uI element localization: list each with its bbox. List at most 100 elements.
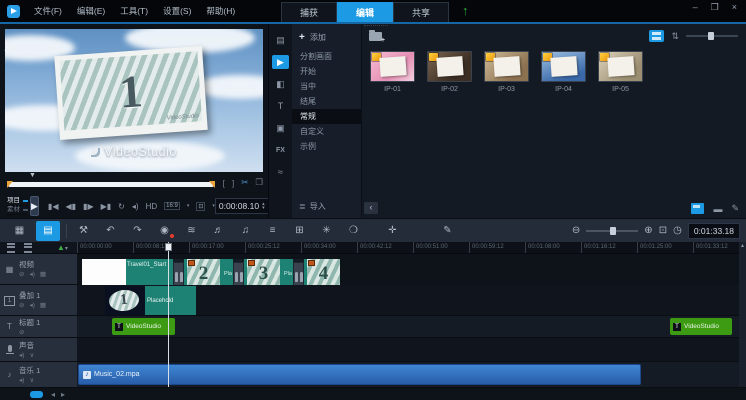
sort-icon[interactable]: ⇅: [671, 31, 679, 42]
motion-tracking-button[interactable]: ✛: [379, 221, 406, 241]
auto-music-button[interactable]: ♫: [232, 221, 259, 241]
timeline-vertical-scrollbar[interactable]: ▴: [739, 242, 746, 387]
tab-capture[interactable]: 捕获: [281, 2, 337, 22]
transitions-icon[interactable]: ◧: [272, 77, 289, 91]
add-category-button[interactable]: +添加: [292, 24, 361, 49]
prev-frame-button[interactable]: ◀▮: [65, 202, 76, 211]
category-beginning[interactable]: 开始: [292, 64, 361, 79]
voice-track-header[interactable]: 声音 ◂) ∨: [0, 337, 77, 361]
category-ending[interactable]: 结尾: [292, 94, 361, 109]
music-track[interactable]: ♪ Music_02.mpa: [77, 362, 746, 387]
template-thumbnail[interactable]: IP-01: [370, 51, 415, 93]
timeline-view-button[interactable]: ▤: [36, 221, 60, 241]
edit-mode-icon[interactable]: ✎: [731, 203, 739, 214]
category-split-screen[interactable]: 分割画面: [292, 49, 361, 64]
go-end-button[interactable]: ▶▮: [101, 202, 112, 211]
lock-track-icon[interactable]: ⊘: [19, 329, 24, 336]
repeat-button[interactable]: ↻: [118, 202, 125, 211]
category-custom[interactable]: 自定义: [292, 124, 361, 139]
collapse-panel-button[interactable]: ‹: [364, 202, 378, 214]
zoom-slider-knob[interactable]: [610, 227, 616, 235]
display-option-button[interactable]: ⊡: [196, 202, 205, 211]
storyboard-view-button[interactable]: ▦: [6, 221, 33, 241]
next-frame-button[interactable]: ▮▶: [83, 202, 94, 211]
motion-path-icon[interactable]: ≈: [272, 165, 289, 179]
mute-track-icon[interactable]: ◂): [19, 352, 24, 359]
graphics-icon[interactable]: ▣: [272, 121, 289, 135]
voice-track[interactable]: [77, 338, 746, 362]
tab-share[interactable]: 共享: [393, 2, 449, 22]
scroll-right-icon[interactable]: ▸: [61, 390, 65, 399]
title-clip[interactable]: T VideoStudio: [112, 318, 175, 335]
timecode-down-icon[interactable]: ▾: [262, 206, 265, 210]
track-pattern-icon[interactable]: ▦: [40, 271, 46, 278]
split-clip-button[interactable]: ✂: [241, 177, 248, 188]
add-folder-icon[interactable]: [369, 32, 382, 41]
scrubber-playhead[interactable]: ▼: [29, 172, 36, 179]
go-start-button[interactable]: ▮◀: [48, 202, 59, 211]
zoom-out-button[interactable]: ⊖: [572, 225, 580, 236]
menu-item[interactable]: 工具(T): [120, 5, 148, 17]
ripple-edit-icon[interactable]: ▲▾: [57, 243, 68, 252]
menu-item[interactable]: 文件(F): [34, 5, 62, 17]
scrubber-bar[interactable]: [8, 182, 214, 187]
music-track-header[interactable]: ♪ 音乐 1 ◂) ∨: [0, 361, 77, 387]
lock-track-icon[interactable]: ⊘: [19, 271, 24, 278]
marker-button[interactable]: ✎: [434, 221, 461, 241]
audio-adjust-button[interactable]: ♬: [205, 221, 232, 241]
expand-track-icon[interactable]: ∨: [29, 377, 34, 384]
lock-track-icon[interactable]: ⊘: [19, 302, 24, 309]
restore-button[interactable]: ❐: [711, 2, 719, 13]
panel-drag-handle[interactable]: [364, 25, 388, 26]
project-duration-timecode[interactable]: 0:01:33.18: [688, 223, 740, 239]
category-general[interactable]: 常规: [292, 109, 361, 124]
timeline-playhead-handle[interactable]: [165, 243, 172, 251]
timeline-mode-mini-toggle[interactable]: [30, 391, 43, 398]
slider-knob[interactable]: [708, 32, 714, 40]
mark-out-button[interactable]: ]: [232, 178, 234, 188]
thumbnail-size-slider[interactable]: [686, 35, 738, 37]
title-clip-right[interactable]: T VideoStudio: [670, 318, 732, 335]
transition-icon[interactable]: [293, 262, 304, 286]
effects-button[interactable]: ✳: [313, 221, 340, 241]
overlay-track[interactable]: 1 Placehold: [77, 285, 746, 316]
play-button[interactable]: ▶: [30, 196, 39, 216]
mute-track-icon[interactable]: ◂): [19, 377, 24, 384]
instant-project-icon[interactable]: ▶: [272, 55, 289, 69]
category-sample[interactable]: 示例: [292, 139, 361, 154]
overlay-clip[interactable]: 1 Placehold: [105, 286, 196, 315]
trim-handle-left[interactable]: [7, 181, 13, 188]
menu-item[interactable]: 编辑(E): [77, 5, 105, 17]
close-button[interactable]: ×: [732, 2, 737, 13]
filters-icon[interactable]: FX: [272, 143, 289, 157]
title-track-header[interactable]: T 标题 1 ⊘: [0, 315, 77, 337]
mode-clip[interactable]: 素材: [7, 206, 20, 214]
subtitle-editor-button[interactable]: ≡: [259, 221, 286, 241]
scroll-up-icon[interactable]: ▴: [741, 243, 744, 249]
tab-edit[interactable]: 编辑: [337, 2, 393, 22]
minimize-button[interactable]: –: [693, 2, 698, 13]
template-thumbnail[interactable]: IP-04: [541, 51, 586, 93]
mode-project[interactable]: 项目: [7, 197, 20, 205]
template-thumbnail[interactable]: IP-03: [484, 51, 529, 93]
track-manager-button[interactable]: ⊞: [286, 221, 313, 241]
transition-icon[interactable]: [173, 262, 184, 286]
preview-timecode[interactable]: 0:00:08.10 ▴▾: [215, 198, 269, 214]
undo-button[interactable]: ↶: [97, 221, 124, 241]
music-clip[interactable]: ♪ Music_02.mpa: [78, 364, 641, 385]
import-template-button[interactable]: ≣ 导入: [299, 201, 326, 212]
aspect-ratio-button[interactable]: 16:9: [164, 202, 180, 210]
show-library-toggle[interactable]: [691, 203, 704, 214]
transition-icon[interactable]: [233, 262, 244, 286]
trim-handle-right[interactable]: [209, 181, 215, 188]
chat-bubble-button[interactable]: ❍: [340, 221, 367, 241]
menu-item[interactable]: 帮助(H): [206, 5, 235, 17]
track-list-icon[interactable]: [7, 243, 15, 253]
category-middle[interactable]: 当中: [292, 79, 361, 94]
track-pattern-icon[interactable]: ▦: [40, 302, 46, 309]
list-view-toggle[interactable]: [649, 30, 664, 42]
menu-item[interactable]: 设置(S): [163, 5, 191, 17]
sound-mixer-button[interactable]: ≋: [178, 221, 205, 241]
video-track-header[interactable]: ▦ 视频 ⊘ ◂) ▦: [0, 253, 77, 284]
volume-button[interactable]: ◂): [132, 202, 139, 211]
